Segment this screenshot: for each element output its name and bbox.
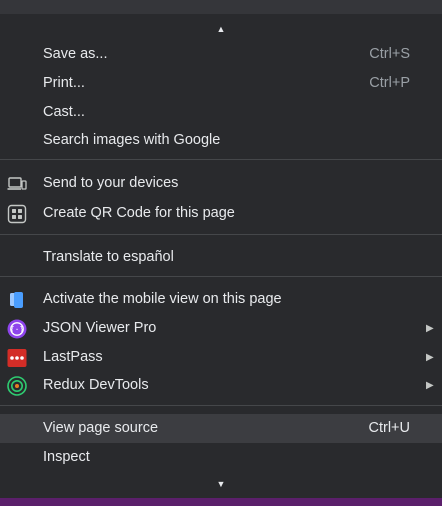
menu-item-label: Create QR Code for this page [43, 205, 235, 221]
menu-item-label: JSON Viewer Pro [43, 320, 157, 336]
lastpass-icon [7, 348, 27, 368]
menu-item-label: LastPass [43, 349, 103, 365]
menu-item-shortcut: Ctrl+P [369, 75, 410, 91]
menu-item-label: Redux DevTools [43, 377, 149, 393]
menu-item-qr-code[interactable]: Create QR Code for this page [0, 199, 442, 228]
redux-devtools-icon [7, 376, 27, 396]
menu-separator [0, 159, 442, 160]
menu-item-label: Send to your devices [43, 175, 179, 191]
menu-item-search-images[interactable]: Search images with Google [0, 126, 442, 155]
svg-text:{·}: {·} [10, 325, 24, 334]
menu-separator [0, 234, 442, 235]
menu-item-translate[interactable]: Translate to español [0, 243, 442, 272]
menu-item-label: Translate to español [43, 249, 174, 265]
menu-item-send-to-devices[interactable]: Send to your devices [0, 169, 442, 198]
submenu-arrow-icon: ▶ [426, 323, 434, 334]
submenu-arrow-icon: ▶ [426, 352, 434, 363]
menu-item-label: Activate the mobile view on this page [43, 291, 282, 307]
scroll-up-arrow-icon[interactable]: ▲ [214, 22, 228, 36]
menu-item-label: Inspect [43, 449, 90, 465]
menu-item-redux-devtools[interactable]: Redux DevTools ▶ [0, 371, 442, 400]
qr-code-icon [7, 204, 27, 224]
menu-item-label: Save as... [43, 46, 108, 62]
menu-item-label: Search images with Google [43, 132, 221, 148]
menu-item-json-viewer-pro[interactable]: {·} JSON Viewer Pro ▶ [0, 314, 442, 343]
menu-item-label: View page source [43, 420, 159, 436]
mobile-view-icon [7, 290, 27, 310]
menu-item-print[interactable]: Print... Ctrl+P [0, 69, 442, 98]
submenu-arrow-icon: ▶ [426, 380, 434, 391]
page-background-strip [0, 498, 442, 506]
menu-item-inspect[interactable]: Inspect [0, 443, 442, 472]
menu-item-cast[interactable]: Cast... [0, 98, 442, 127]
menu-item-label: Cast... [43, 104, 85, 120]
menu-item-shortcut: Ctrl+S [369, 46, 410, 62]
menu-item-shortcut: Ctrl+U [368, 420, 411, 436]
devices-icon [7, 174, 27, 194]
menu-item-view-page-source[interactable]: View page source Ctrl+U [0, 414, 442, 443]
json-viewer-icon: {·} [7, 319, 27, 339]
menu-separator [0, 405, 442, 406]
menu-item-mobile-view[interactable]: Activate the mobile view on this page [0, 285, 442, 314]
menu-separator [0, 276, 442, 277]
menu-item-lastpass[interactable]: LastPass ▶ [0, 343, 442, 372]
menu-item-label: Print... [43, 75, 85, 91]
menu-item-save-as[interactable]: Save as... Ctrl+S [0, 40, 442, 69]
browser-toolbar-background [0, 0, 442, 14]
context-menu: ▲ Save as... Ctrl+S Print... Ctrl+P Cast… [0, 14, 442, 498]
scroll-down-arrow-icon[interactable]: ▼ [214, 477, 228, 491]
